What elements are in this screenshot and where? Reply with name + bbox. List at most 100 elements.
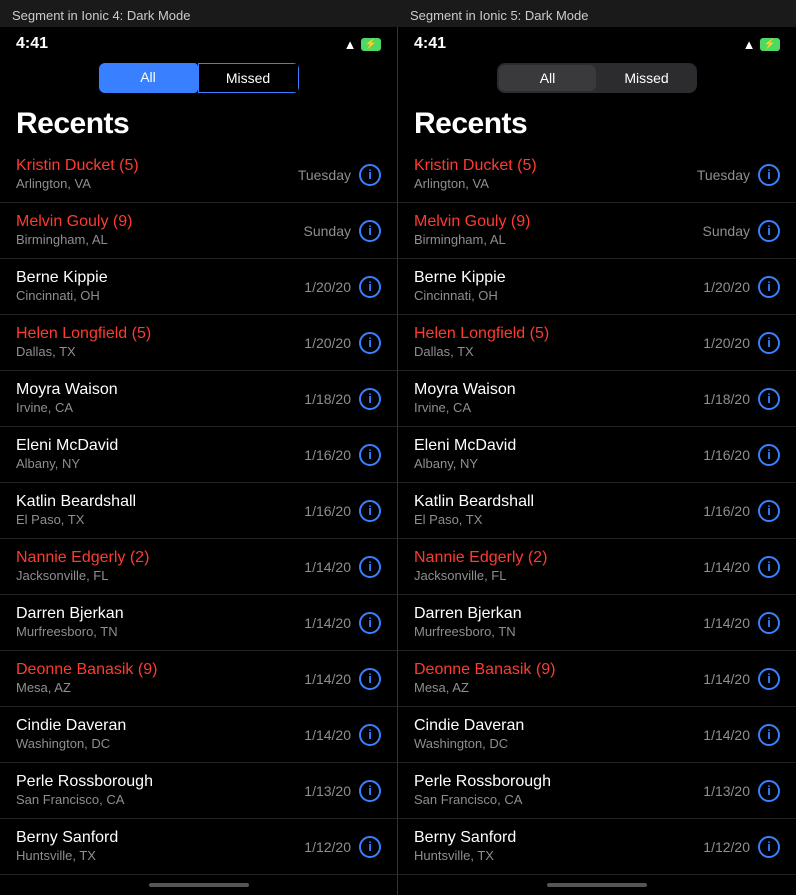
info-button[interactable]: i [758,724,780,746]
info-button[interactable]: i [758,612,780,634]
contact-date: 1/14/20 [304,559,351,575]
contact-location: Murfreesboro, TN [414,624,703,641]
contact-right: 1/16/20i [703,500,780,522]
info-button[interactable]: i [758,836,780,858]
contact-name: Perle Rossborough [16,772,304,793]
contact-date: Sunday [304,223,351,239]
contact-item[interactable]: Nannie Edgerly (2)Jacksonville, FL1/14/2… [398,539,796,595]
wifi-icon-left: ▲ [344,37,357,52]
contact-item[interactable]: Deonne Banasik (9)Mesa, AZ1/14/20i [398,651,796,707]
contact-item[interactable]: Melvin Gouly (9)Birmingham, ALSundayi [398,203,796,259]
info-button[interactable]: i [758,780,780,802]
contact-name: Berne Kippie [16,268,304,289]
contact-right: 1/14/20 i [703,556,780,578]
contact-item[interactable]: Helen Longfield (5)Dallas, TX1/20/20i [0,315,397,371]
info-button[interactable]: i [758,556,780,578]
contact-name: Cindie Daveran [16,716,304,737]
contact-item[interactable]: Cindie DaveranWashington, DC1/14/20i [398,707,796,763]
segment-all-v5[interactable]: All [499,65,596,91]
info-button[interactable]: i [758,668,780,690]
contact-name: Helen Longfield (5) [414,324,703,345]
contact-right: Tuesdayi [298,164,381,186]
contact-info: Helen Longfield (5)Dallas, TX [414,324,703,362]
contact-right: 1/14/20 i [304,668,381,690]
contact-date: 1/12/20 [304,839,351,855]
info-button[interactable]: i [758,220,780,242]
info-button[interactable]: i [359,332,381,354]
info-button[interactable]: i [758,388,780,410]
contact-info: Helen Longfield (5)Dallas, TX [16,324,304,362]
segment-all-v4[interactable]: All [99,63,198,93]
contact-name: Eleni McDavid [414,436,703,457]
contact-item[interactable]: Berne KippieCincinnati, OH1/20/20i [398,259,796,315]
contact-item[interactable]: Nannie Edgerly (2)Jacksonville, FL1/14/2… [0,539,397,595]
info-button[interactable]: i [758,500,780,522]
info-button[interactable]: i [359,724,381,746]
info-button[interactable]: i [359,556,381,578]
contact-item[interactable]: Helen Longfield (5)Dallas, TX1/20/20i [398,315,796,371]
contact-item[interactable]: Moyra WaisonIrvine, CA1/18/20i [0,371,397,427]
contact-date: 1/14/20 [304,671,351,687]
segment-missed-v4[interactable]: Missed [198,63,299,93]
info-button[interactable]: i [359,836,381,858]
contact-right: 1/14/20 i [304,556,381,578]
info-button[interactable]: i [359,220,381,242]
contact-item[interactable]: Deonne Banasik (9)Mesa, AZ1/14/20 i [0,651,397,707]
info-button[interactable]: i [758,332,780,354]
contact-location: Washington, DC [414,736,703,753]
info-button[interactable]: i [359,164,381,186]
segment-v5-inner: All Missed [497,63,697,93]
contact-info: Melvin Gouly (9)Birmingham, AL [16,212,304,250]
contact-item[interactable]: Moyra WaisonIrvine, CA1/18/20i [398,371,796,427]
phones-row: 4:41 ▲ ⚡ All Missed Recents Kristin Duck… [0,27,796,895]
contact-right: 1/14/20 i [703,668,780,690]
home-bar-right [547,883,647,887]
contact-item[interactable]: Katlin BeardshallEl Paso, TX1/16/20i [0,483,397,539]
contact-item[interactable]: Eleni McDavidAlbany, NY1/16/20i [0,427,397,483]
contact-name: Berne Kippie [414,268,703,289]
contact-item[interactable]: Melvin Gouly (9)Birmingham, ALSundayi [0,203,397,259]
contact-item[interactable]: Darren BjerkanMurfreesboro, TN1/14/20i [0,595,397,651]
contact-name: Darren Bjerkan [16,604,304,625]
contact-location: Birmingham, AL [414,232,703,249]
contact-location: Irvine, CA [414,400,703,417]
info-button[interactable]: i [359,444,381,466]
contact-list-left: Kristin Ducket (5)Arlington, VATuesdayiM… [0,147,397,875]
contact-location: Albany, NY [16,456,304,473]
info-button[interactable]: i [359,276,381,298]
info-button[interactable]: i [359,388,381,410]
home-bar-left [149,883,249,887]
contact-item[interactable]: Berne KippieCincinnati, OH1/20/20i [0,259,397,315]
contact-info: Melvin Gouly (9)Birmingham, AL [414,212,703,250]
info-button[interactable]: i [359,612,381,634]
contact-item[interactable]: Berny SanfordHuntsville, TX1/12/20i [398,819,796,875]
contact-item[interactable]: Cindie DaveranWashington, DC1/14/20i [0,707,397,763]
contact-item[interactable]: Kristin Ducket (5)Arlington, VATuesdayi [398,147,796,203]
segment-missed-v5[interactable]: Missed [598,65,695,91]
contact-item[interactable]: Eleni McDavidAlbany, NY1/16/20i [398,427,796,483]
contact-name: Melvin Gouly (9) [16,212,304,233]
contact-item[interactable]: Katlin BeardshallEl Paso, TX1/16/20i [398,483,796,539]
contact-item[interactable]: Perle RossboroughSan Francisco, CA1/13/2… [0,763,397,819]
info-button[interactable]: i [359,780,381,802]
info-button[interactable]: i [359,500,381,522]
contact-info: Deonne Banasik (9)Mesa, AZ [16,660,304,698]
contact-item[interactable]: Darren BjerkanMurfreesboro, TN1/14/20i [398,595,796,651]
contact-info: Kristin Ducket (5)Arlington, VA [414,156,697,194]
contact-name: Darren Bjerkan [414,604,703,625]
contact-item[interactable]: Kristin Ducket (5)Arlington, VATuesdayi [0,147,397,203]
info-button[interactable]: i [758,276,780,298]
contact-info: Berne KippieCincinnati, OH [414,268,703,306]
contact-date: 1/14/20 [703,559,750,575]
info-button[interactable]: i [758,444,780,466]
contact-location: Murfreesboro, TN [16,624,304,641]
contact-date: 1/18/20 [304,391,351,407]
contact-item[interactable]: Perle RossboroughSan Francisco, CA1/13/2… [398,763,796,819]
contact-item[interactable]: Berny SanfordHuntsville, TX1/12/20i [0,819,397,875]
contact-date: 1/14/20 [703,671,750,687]
contact-right: Sundayi [703,220,780,242]
info-button[interactable]: i [758,164,780,186]
contact-right: 1/12/20i [703,836,780,858]
contact-location: Dallas, TX [414,344,703,361]
info-button[interactable]: i [359,668,381,690]
